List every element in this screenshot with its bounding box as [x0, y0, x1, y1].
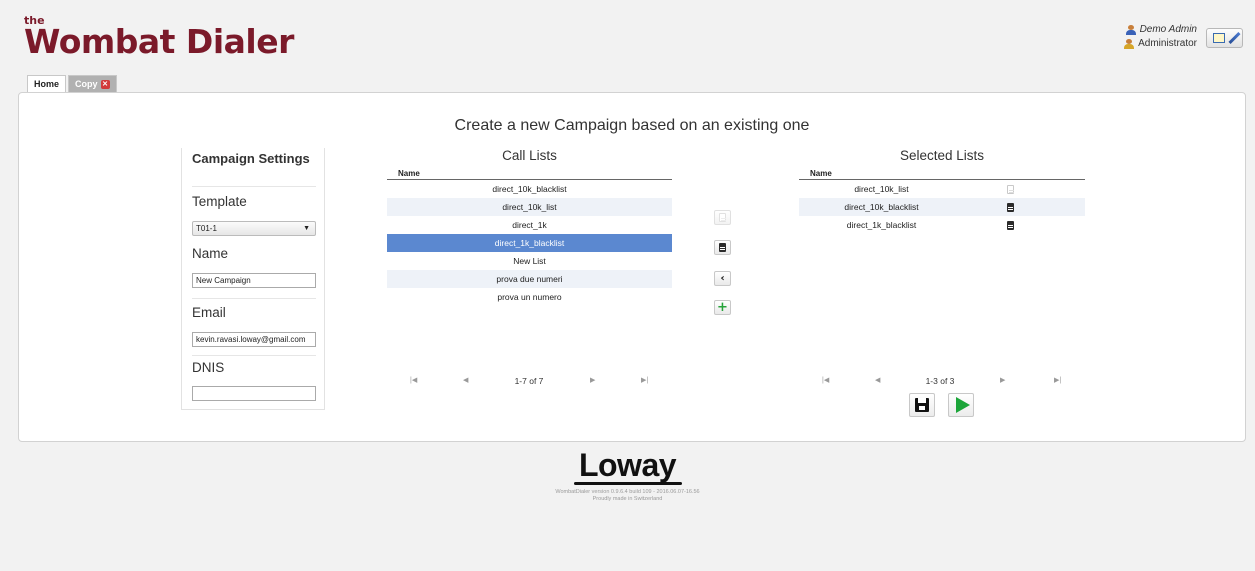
divider: [192, 298, 316, 299]
run-button[interactable]: [948, 393, 974, 417]
page-title: Create a new Campaign based on an existi…: [454, 117, 810, 134]
user-info: Demo Admin Administrator: [1124, 23, 1197, 51]
next-page-icon[interactable]: ▶: [590, 376, 595, 384]
administrator-icon: [1124, 39, 1135, 49]
loway-logo: Loway: [0, 447, 1255, 485]
user-role: Administrator: [1138, 38, 1197, 49]
divider: [192, 355, 316, 356]
close-icon[interactable]: ✕: [100, 79, 110, 89]
call-lists-title: Call Lists: [502, 148, 557, 163]
call-lists-pager: |◀ ◀ 1-7 of 7 ▶ ▶|: [387, 376, 672, 388]
chevron-left-icon: ‹: [720, 272, 725, 284]
document-icon: [719, 213, 726, 222]
footer-info: WombatDialer version 0.9.6.4 build 109 -…: [0, 489, 1255, 503]
row-name: direct_10k_blacklist: [844, 202, 919, 212]
row-name: direct_1k_blacklist: [846, 220, 917, 230]
first-page-icon[interactable]: |◀: [822, 376, 829, 384]
last-page-icon[interactable]: ▶|: [1054, 376, 1061, 384]
column-header-name[interactable]: Name: [387, 168, 672, 180]
user-icon: [1125, 25, 1136, 35]
user-toolbar: [1206, 28, 1243, 48]
remove-button[interactable]: ‹: [714, 271, 731, 286]
loway-logo-text: Loway: [578, 447, 677, 483]
table-row-selected[interactable]: direct_1k_blacklist: [387, 234, 672, 252]
tab-copy[interactable]: Copy ✕: [68, 75, 117, 92]
tab-home-label: Home: [34, 79, 60, 89]
prev-page-icon[interactable]: ◀: [463, 376, 468, 384]
prev-page-icon[interactable]: ◀: [875, 376, 880, 384]
new-list-button[interactable]: +: [714, 300, 731, 315]
table-row[interactable]: New List: [387, 252, 672, 270]
add-all-button[interactable]: [714, 210, 731, 225]
document-icon: [719, 243, 726, 252]
name-label: Name: [192, 246, 229, 261]
dropdown-arrow-icon: ▼: [303, 225, 310, 232]
divider: [192, 186, 316, 187]
document-icon[interactable]: [1007, 203, 1014, 212]
selected-lists-table: Selected Lists Name direct_10k_list dire…: [799, 148, 1085, 234]
page-count: 1-7 of 7: [514, 376, 544, 386]
add-selected-button[interactable]: [714, 240, 731, 255]
dnis-input[interactable]: [192, 386, 316, 401]
table-row[interactable]: direct_10k_list: [799, 180, 1085, 198]
version-text: WombatDialer version 0.9.6.4 build 109 -…: [555, 489, 700, 495]
document-icon[interactable]: [1007, 185, 1014, 194]
page-count: 1-3 of 3: [925, 376, 955, 386]
last-page-icon[interactable]: ▶|: [641, 376, 648, 384]
copy-campaign-panel: Create a new Campaign based on an existi…: [18, 92, 1246, 442]
tab-copy-label: Copy: [75, 78, 98, 89]
play-icon: [955, 397, 970, 413]
table-row[interactable]: direct_10k_blacklist: [387, 180, 672, 198]
name-input[interactable]: New Campaign: [192, 273, 316, 288]
logo-name: Wombat Dialer: [24, 22, 294, 61]
email-input[interactable]: kevin.ravasi.loway@gmail.com: [192, 332, 316, 347]
template-select-value: T01-1: [196, 224, 217, 233]
selected-lists-pager: |◀ ◀ 1-3 of 3 ▶ ▶|: [799, 376, 1085, 388]
window-icon[interactable]: [1213, 33, 1225, 43]
save-button[interactable]: [909, 393, 935, 417]
table-row[interactable]: prova un numero: [387, 288, 672, 306]
table-row[interactable]: direct_10k_blacklist: [799, 198, 1085, 216]
table-row[interactable]: direct_1k_blacklist: [799, 216, 1085, 234]
save-icon: [915, 398, 929, 412]
call-lists-table: Call Lists Name direct_10k_blacklist dir…: [387, 148, 672, 306]
table-row[interactable]: direct_10k_list: [387, 198, 672, 216]
first-page-icon[interactable]: |◀: [410, 376, 417, 384]
tab-home[interactable]: Home: [27, 75, 67, 92]
campaign-settings: Campaign Settings Template T01-1 ▼ Name …: [181, 148, 325, 410]
pencil-icon[interactable]: [1228, 31, 1241, 45]
table-row[interactable]: prova due numeri: [387, 270, 672, 288]
next-page-icon[interactable]: ▶: [1000, 376, 1005, 384]
document-icon[interactable]: [1007, 221, 1014, 230]
selected-lists-title: Selected Lists: [899, 148, 985, 163]
user-name[interactable]: Demo Admin: [1140, 23, 1197, 37]
plus-icon: +: [717, 299, 728, 315]
campaign-settings-title: Campaign Settings: [192, 151, 310, 166]
template-label: Template: [192, 194, 247, 209]
email-label: Email: [192, 305, 226, 320]
template-select[interactable]: T01-1 ▼: [192, 221, 316, 236]
tab-bar: Home Copy ✕: [27, 75, 117, 92]
column-header-name[interactable]: Name: [799, 168, 1085, 180]
table-row[interactable]: direct_1k: [387, 216, 672, 234]
tagline-text: Proudly made in Switzerland: [592, 496, 663, 502]
row-name: direct_10k_list: [854, 184, 909, 194]
dnis-label: DNIS: [192, 360, 225, 375]
